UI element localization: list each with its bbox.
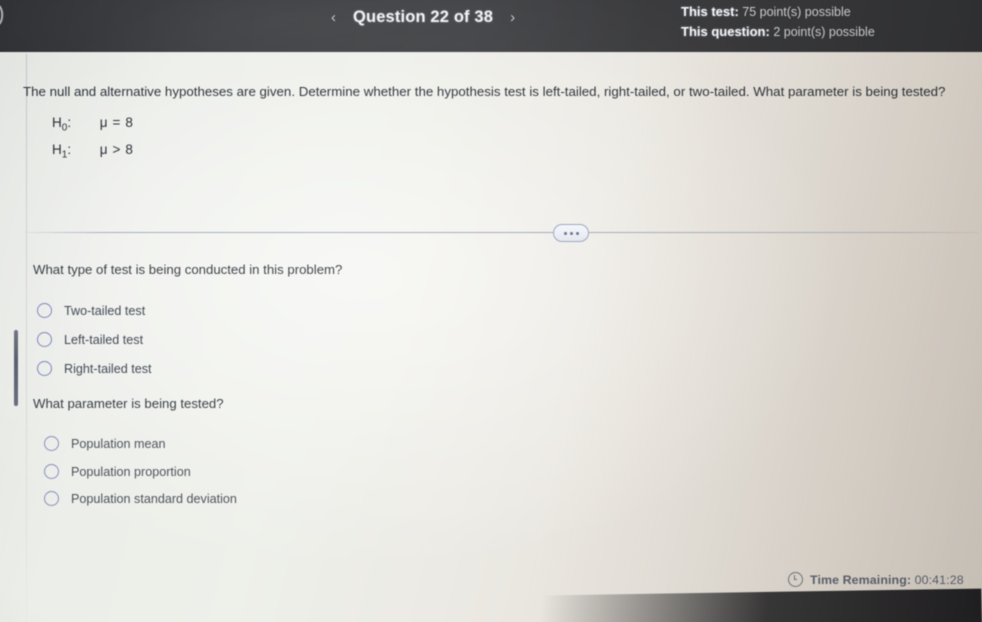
- question-points-label: This question:: [681, 24, 770, 39]
- test-points-row: This test: 75 point(s) possible: [681, 2, 875, 22]
- choice-population-standard-deviation[interactable]: Population standard deviation: [44, 491, 237, 506]
- time-remaining: Time Remaining: 00:41:28: [788, 572, 964, 587]
- previous-question-icon[interactable]: ‹: [328, 8, 339, 27]
- content-left-rule: [26, 54, 27, 622]
- vertical-scrollbar-thumb[interactable]: [14, 330, 18, 406]
- clock-icon: [788, 572, 803, 587]
- radio-icon[interactable]: [37, 361, 52, 376]
- question-points-value: 2 point(s) possible: [773, 25, 875, 39]
- points-summary: This test: 75 point(s) possible This que…: [681, 2, 875, 42]
- choice-right-tailed-test[interactable]: Right-tailed test: [37, 361, 152, 376]
- alternative-hypothesis-colon: :: [67, 142, 72, 157]
- ellipsis-icon[interactable]: [553, 224, 589, 242]
- alternative-hypothesis-line: H1: μ > 8: [52, 142, 133, 161]
- radio-icon[interactable]: [44, 491, 59, 506]
- radio-icon[interactable]: [37, 303, 52, 318]
- section-divider: [26, 232, 978, 233]
- choice-label: Two-tailed test: [64, 303, 146, 318]
- alternative-hypothesis-symbol: H1:: [52, 142, 72, 161]
- radio-icon[interactable]: [44, 464, 59, 479]
- null-hypothesis-colon: :: [67, 115, 72, 130]
- ellipsis-dot: [563, 231, 567, 235]
- choice-label: Left-tailed test: [64, 332, 144, 347]
- alternative-hypothesis-expression: μ > 8: [99, 142, 134, 157]
- time-remaining-label: Time Remaining:: [810, 572, 912, 587]
- choice-population-mean[interactable]: Population mean: [44, 436, 166, 451]
- exam-top-bar: ) ‹ Question 22 of 38 › This test: 75 po…: [0, 0, 982, 52]
- null-hypothesis-symbol: H0:: [52, 115, 72, 134]
- exam-question-screen: ) ‹ Question 22 of 38 › This test: 75 po…: [0, 0, 982, 622]
- subquestion-1-prompt: What type of test is being conducted in …: [33, 262, 343, 277]
- choice-label: Population standard deviation: [71, 491, 237, 506]
- ellipsis-dot: [569, 231, 573, 235]
- frame-edge-glyph: ): [0, 2, 5, 25]
- choice-label: Population mean: [71, 436, 166, 451]
- radio-icon[interactable]: [37, 332, 52, 347]
- choice-label: Population proportion: [71, 464, 191, 479]
- choice-population-proportion[interactable]: Population proportion: [44, 464, 191, 479]
- time-remaining-text: Time Remaining: 00:41:28: [810, 573, 964, 587]
- radio-icon[interactable]: [44, 436, 59, 451]
- question-pager: ‹ Question 22 of 38 ›: [328, 2, 518, 32]
- question-prompt: The null and alternative hypotheses are …: [23, 84, 946, 99]
- question-points-row: This question: 2 point(s) possible: [681, 22, 875, 42]
- next-question-icon[interactable]: ›: [507, 8, 518, 27]
- null-hypothesis-expression: μ = 8: [99, 115, 134, 130]
- null-hypothesis-line: H0: μ = 8: [52, 115, 133, 134]
- choice-two-tailed-test[interactable]: Two-tailed test: [37, 303, 145, 318]
- ellipsis-dot: [575, 231, 579, 235]
- subquestion-2-prompt: What parameter is being tested?: [33, 396, 224, 411]
- time-remaining-value: 00:41:28: [914, 572, 964, 587]
- choice-label: Right-tailed test: [64, 361, 152, 376]
- question-counter-label: Question 22 of 38: [353, 7, 494, 26]
- test-points-label: This test:: [681, 4, 739, 19]
- test-points-value: 75 point(s) possible: [742, 5, 851, 19]
- choice-left-tailed-test[interactable]: Left-tailed test: [37, 332, 143, 347]
